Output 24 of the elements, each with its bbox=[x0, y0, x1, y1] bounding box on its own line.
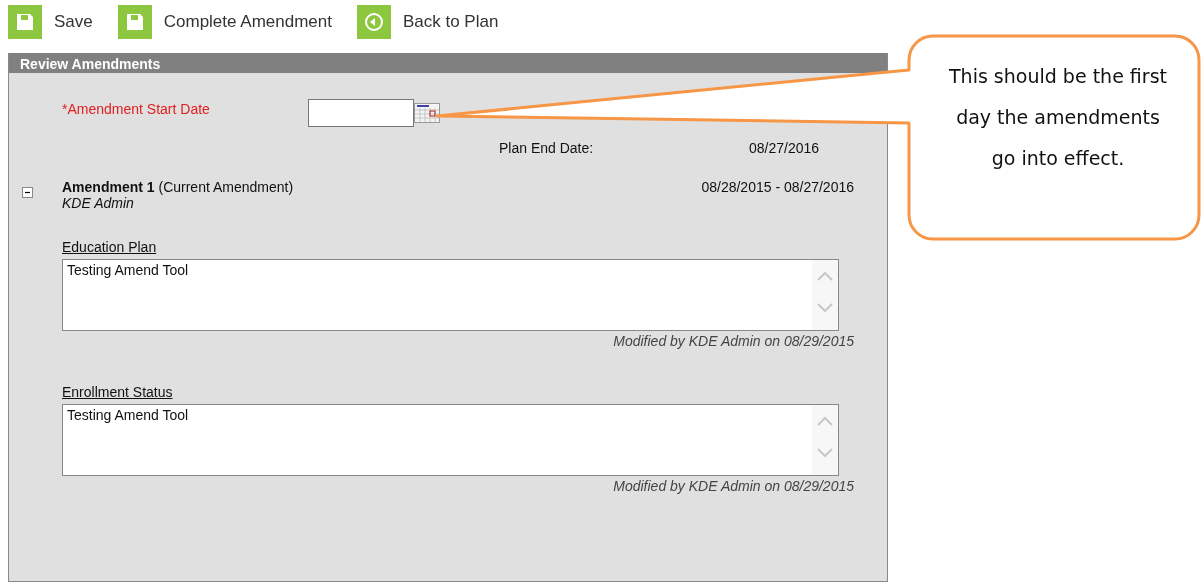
save-icon[interactable] bbox=[8, 5, 42, 39]
amendment-author: KDE Admin bbox=[62, 195, 134, 211]
plan-end-value: 08/27/2016 bbox=[749, 140, 820, 156]
toolbar-button[interactable]: Save bbox=[54, 12, 93, 32]
text-area[interactable]: Testing Amend Tool bbox=[62, 404, 839, 476]
modified-note: Modified by KDE Admin on 08/29/2015 bbox=[613, 333, 854, 349]
collapse-icon[interactable] bbox=[22, 187, 33, 198]
save-icon[interactable] bbox=[117, 5, 152, 39]
section-heading: Enrollment Status bbox=[62, 384, 173, 400]
amendment-dates: 08/28/2015 - 08/27/2016 bbox=[701, 179, 854, 195]
amendment-title: Amendment 1 (Current Amendment) bbox=[62, 179, 294, 195]
toolbar-button[interactable]: Back to Plan bbox=[402, 12, 499, 32]
scrollbar[interactable] bbox=[812, 260, 838, 330]
section-heading: Education Plan bbox=[62, 239, 157, 255]
modified-note: Modified by KDE Admin on 08/29/2015 bbox=[613, 478, 854, 494]
panel-header: Review Amendments bbox=[9, 53, 887, 73]
scrollbar[interactable] bbox=[812, 405, 838, 475]
date-input-field[interactable] bbox=[308, 99, 414, 127]
text-area[interactable]: Testing Amend Tool bbox=[62, 259, 839, 331]
plan-end-label: Plan End Date: bbox=[499, 140, 595, 156]
date-label: *Amendment Start Date bbox=[61, 101, 211, 117]
calendar-icon[interactable] bbox=[414, 103, 440, 123]
toolbar-button[interactable]: Complete Amendment bbox=[163, 12, 332, 32]
callout-text: This should be the first day the amendments go into effect. bbox=[948, 64, 1168, 171]
